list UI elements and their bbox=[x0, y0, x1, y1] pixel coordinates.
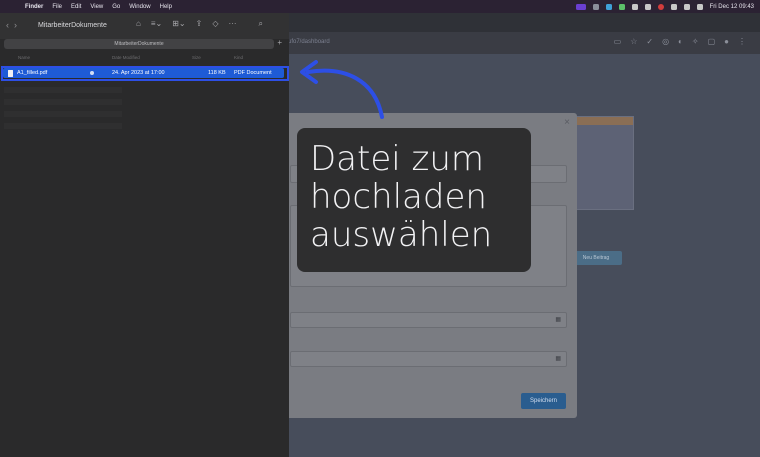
col-kind[interactable]: Kind bbox=[234, 55, 243, 60]
date-field-1[interactable]: ▦ bbox=[290, 312, 567, 328]
control-center-icon[interactable] bbox=[696, 3, 703, 10]
menu-app-name[interactable]: Finder bbox=[25, 4, 43, 10]
menu-window[interactable]: Window bbox=[129, 4, 150, 10]
extension-icon[interactable]: ✓ bbox=[646, 37, 653, 46]
callout-line: hochladen bbox=[310, 177, 487, 217]
finder-toolbar-icons: ⌂ ≡⌄ ⊞⌄ ⇪ ◇ ··· ⌕ bbox=[136, 19, 263, 29]
blurred-row bbox=[4, 99, 122, 105]
puzzle-icon[interactable]: ▢ bbox=[708, 37, 716, 46]
blurred-row bbox=[4, 111, 122, 117]
bookmark-star-icon[interactable]: ☆ bbox=[630, 37, 637, 46]
list-view-icon[interactable]: ≡⌄ bbox=[151, 19, 162, 29]
finder-toolbar: ‹› MitarbeiterDokumente ⌂ ≡⌄ ⊞⌄ ⇪ ◇ ··· … bbox=[0, 13, 289, 39]
screen-record-icon[interactable] bbox=[575, 3, 586, 10]
share-icon[interactable]: ⇪ bbox=[196, 19, 203, 29]
dropbox-icon[interactable] bbox=[605, 3, 612, 10]
callout-line: Datei zum bbox=[310, 139, 485, 179]
display-icon[interactable] bbox=[670, 3, 677, 10]
kebab-menu-icon[interactable]: ⋮ bbox=[738, 37, 746, 46]
menu-file[interactable]: File bbox=[52, 4, 62, 10]
airdrop-icon[interactable]: ⌂ bbox=[136, 19, 141, 29]
finder-title: MitarbeiterDokumente bbox=[38, 22, 107, 29]
highlight-frame bbox=[1, 66, 289, 81]
cast-icon[interactable]: ▭ bbox=[614, 37, 622, 46]
menu-help[interactable]: Help bbox=[160, 4, 172, 10]
menu-extra-icon[interactable] bbox=[592, 3, 599, 10]
calendar-icon[interactable]: ▦ bbox=[555, 316, 561, 323]
more-icon[interactable]: ··· bbox=[228, 19, 236, 29]
security-icon[interactable] bbox=[644, 3, 651, 10]
grid-view-icon[interactable]: ⊞⌄ bbox=[172, 19, 185, 29]
date-field-2[interactable]: ▦ bbox=[290, 351, 567, 367]
blurred-row bbox=[4, 87, 122, 93]
path-bar[interactable]: MitarbeiterDokumente bbox=[4, 39, 274, 49]
menu-go[interactable]: Go bbox=[112, 4, 120, 10]
blurred-row bbox=[4, 123, 122, 129]
calendar-icon[interactable] bbox=[631, 3, 638, 10]
instruction-callout: Datei zum hochladen auswählen bbox=[297, 128, 531, 272]
extension-icon[interactable]: ◐ bbox=[678, 37, 683, 46]
col-date[interactable]: Date Modified bbox=[112, 55, 140, 60]
evernote-icon[interactable] bbox=[618, 3, 625, 10]
calendar-icon[interactable]: ▦ bbox=[555, 355, 561, 362]
add-tab-icon[interactable]: + bbox=[277, 38, 282, 47]
save-button[interactable]: Speichern bbox=[521, 393, 566, 409]
back-forward-icon[interactable]: ‹› bbox=[6, 20, 22, 30]
browser-toolbar: ▭ ☆ ✓ ◎ ◐ ✧ ▢ ● ⋮ bbox=[614, 37, 746, 46]
status-area: Fri Dec 12 09:43 bbox=[575, 0, 754, 13]
search-icon[interactable]: ⌕ bbox=[258, 19, 262, 29]
callout-line: auswählen bbox=[310, 215, 493, 255]
profile-icon[interactable]: ● bbox=[724, 37, 729, 46]
column-header: Name Date Modified Size Kind bbox=[0, 54, 289, 62]
extension-icon[interactable]: ◎ bbox=[662, 37, 669, 46]
record-icon[interactable] bbox=[657, 3, 664, 10]
extension-icon[interactable]: ✧ bbox=[692, 37, 699, 46]
wifi-icon[interactable] bbox=[683, 3, 690, 10]
pointer-arrow-icon bbox=[300, 60, 384, 119]
background-button[interactable]: Neu Beitrag bbox=[570, 251, 622, 265]
col-size[interactable]: Size bbox=[192, 55, 201, 60]
col-name[interactable]: Name bbox=[18, 55, 30, 60]
clock[interactable]: Fri Dec 12 09:43 bbox=[710, 4, 754, 10]
tag-icon[interactable]: ◇ bbox=[212, 19, 218, 29]
url-text[interactable]: ufo7/dashboard bbox=[288, 39, 330, 45]
menu-bar: Finder File Edit View Go Window Help Fri… bbox=[0, 0, 760, 13]
menu-view[interactable]: View bbox=[90, 4, 103, 10]
menu-edit[interactable]: Edit bbox=[71, 4, 81, 10]
close-icon[interactable]: × bbox=[564, 117, 570, 128]
callout-text: Datei zum hochladen auswählen bbox=[310, 140, 492, 254]
